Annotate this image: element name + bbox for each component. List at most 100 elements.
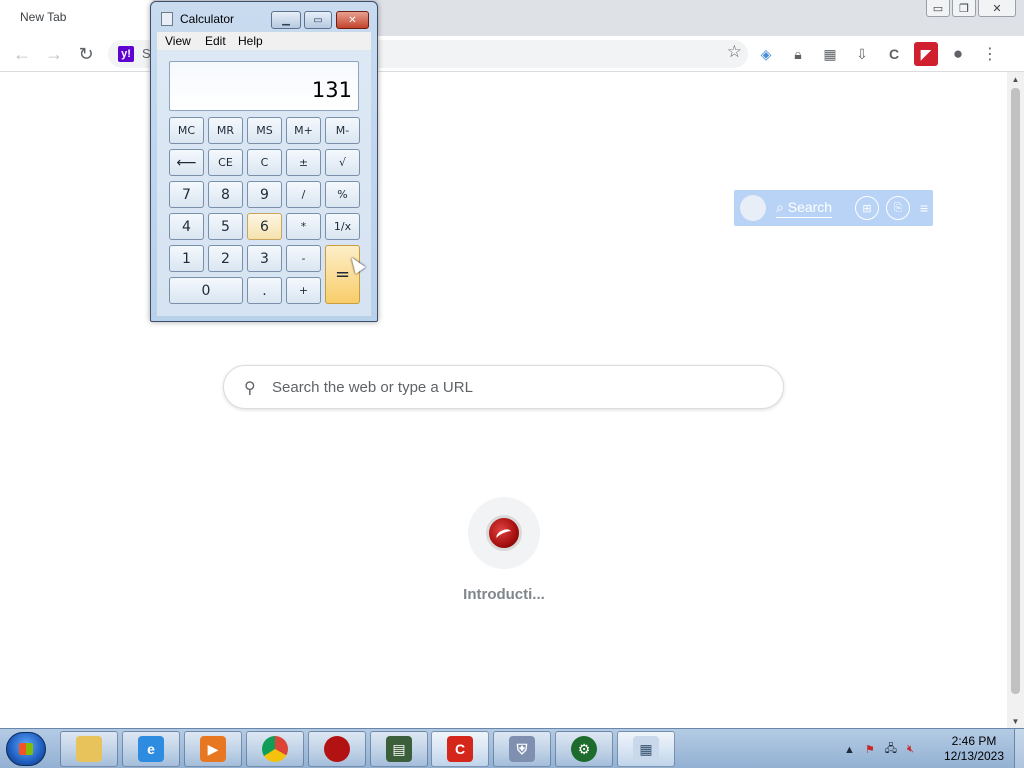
extension-lock-icon[interactable]: 🔒︎ bbox=[786, 42, 810, 66]
document-icon[interactable]: ⎘ bbox=[886, 196, 910, 220]
tray-expand-icon[interactable]: ▲ bbox=[844, 744, 855, 756]
chrome-icon bbox=[262, 736, 288, 762]
digit-3-button[interactable]: 3 bbox=[247, 245, 282, 272]
digit-1-button[interactable]: 1 bbox=[169, 245, 204, 272]
clock-time: 2:46 PM bbox=[951, 734, 997, 748]
extension-c-icon[interactable]: C bbox=[882, 42, 906, 66]
memory-recall-button[interactable]: MR bbox=[208, 117, 243, 144]
calculator-title: Calculator bbox=[180, 12, 235, 26]
taskbar-network-app[interactable]: ⛨ bbox=[493, 731, 551, 767]
back-arrow-icon[interactable]: ← bbox=[10, 42, 34, 66]
digit-9-button[interactable]: 9 bbox=[247, 181, 282, 208]
internet-explorer-icon: e bbox=[138, 736, 164, 762]
calculator-titlebar[interactable]: Calculator ▁ ▭ ✕ bbox=[151, 2, 377, 32]
calculator-icon: ▦ bbox=[633, 736, 659, 762]
chrome-menu-icon[interactable]: ⋮ bbox=[978, 42, 1002, 66]
tab-new-tab[interactable]: New Tab bbox=[0, 0, 158, 36]
memory-add-button[interactable]: M+ bbox=[286, 117, 321, 144]
display-value: 131 bbox=[311, 78, 352, 102]
new-tab-search-box[interactable]: ⚲ Search the web or type a URL bbox=[223, 365, 784, 409]
close-button[interactable]: ✕ bbox=[978, 0, 1016, 17]
widget-search-field[interactable]: ⌕ Search bbox=[776, 199, 833, 218]
taskbar-calculator[interactable]: ▦ bbox=[617, 731, 675, 767]
shortcut-logo-icon bbox=[486, 515, 522, 551]
extension-red-icon[interactable]: ◤ bbox=[914, 42, 938, 66]
digit-8-button[interactable]: 8 bbox=[208, 181, 243, 208]
add-button[interactable]: + bbox=[286, 277, 321, 304]
taskbar-red-app[interactable] bbox=[308, 731, 366, 767]
profile-avatar-icon[interactable]: ● bbox=[946, 42, 970, 66]
sqrt-button[interactable]: √ bbox=[325, 149, 360, 176]
taskbar-task-manager[interactable]: ▤ bbox=[370, 731, 428, 767]
start-button[interactable] bbox=[6, 732, 46, 766]
digit-7-button[interactable]: 7 bbox=[169, 181, 204, 208]
menu-help[interactable]: Help bbox=[238, 34, 263, 48]
menu-lines-icon[interactable]: ≡ bbox=[912, 196, 936, 220]
shortcut-tile[interactable] bbox=[468, 497, 540, 569]
gear-icon: ⚙ bbox=[571, 736, 597, 762]
network-shield-icon: ⛨ bbox=[509, 736, 535, 762]
reload-icon[interactable]: ↻ bbox=[74, 42, 98, 66]
minimize-button[interactable]: ▭ bbox=[926, 0, 950, 17]
red-app-icon bbox=[324, 736, 350, 762]
shortcut-label[interactable]: Introducti... bbox=[440, 586, 568, 603]
digit-6-button[interactable]: 6 bbox=[247, 213, 282, 240]
multiply-button[interactable]: * bbox=[286, 213, 321, 240]
extension-download-icon[interactable]: ⇩ bbox=[850, 42, 874, 66]
yahoo-icon: y! bbox=[118, 46, 134, 62]
subtract-button[interactable]: - bbox=[286, 245, 321, 272]
digit-0-button[interactable]: 0 bbox=[169, 277, 243, 304]
folder-icon bbox=[76, 736, 102, 762]
taskbar-internet-explorer[interactable]: e bbox=[122, 731, 180, 767]
scroll-up-arrow-icon[interactable]: ▲ bbox=[1007, 72, 1024, 86]
negate-button[interactable]: ± bbox=[286, 149, 321, 176]
tray-flag-icon[interactable]: ⚑ bbox=[865, 743, 875, 756]
bookmark-star-icon[interactable]: ☆ bbox=[727, 42, 742, 62]
tray-volume-muted-icon[interactable]: 🔇︎ bbox=[907, 743, 914, 756]
show-desktop-button[interactable] bbox=[1014, 729, 1024, 768]
memory-clear-button[interactable]: MC bbox=[169, 117, 204, 144]
search-placeholder: Search the web or type a URL bbox=[272, 379, 473, 396]
menu-view[interactable]: View bbox=[165, 34, 191, 48]
taskbar-clock[interactable]: 2:46 PM 12/13/2023 bbox=[940, 734, 1008, 764]
taskbar-file-explorer[interactable] bbox=[60, 731, 118, 767]
reciprocal-button[interactable]: 1/x bbox=[325, 213, 360, 240]
calculator-app-icon bbox=[161, 12, 173, 26]
clear-entry-button[interactable]: CE bbox=[208, 149, 243, 176]
memory-store-button[interactable]: MS bbox=[247, 117, 282, 144]
scroll-down-arrow-icon[interactable]: ▼ bbox=[1007, 714, 1024, 728]
decimal-button[interactable]: . bbox=[247, 277, 282, 304]
tray-network-icon[interactable]: 🖧︎ bbox=[885, 740, 897, 759]
calculator-window: Calculator ▁ ▭ ✕ View Edit Help 131 MC M… bbox=[150, 1, 378, 322]
taskbar-c-app[interactable]: C bbox=[431, 731, 489, 767]
divide-button[interactable]: / bbox=[286, 181, 321, 208]
widget-avatar-icon[interactable] bbox=[740, 195, 766, 221]
page-scrollbar[interactable]: ▲ ▼ bbox=[1007, 72, 1024, 728]
system-tray: ▲ ⚑ 🖧︎ 🔇︎ bbox=[844, 740, 914, 759]
calculator-display: 131 bbox=[169, 61, 359, 111]
calc-minimize-button[interactable]: ▁ bbox=[271, 11, 301, 29]
restore-button[interactable]: ❐ bbox=[952, 0, 976, 17]
clear-button[interactable]: C bbox=[247, 149, 282, 176]
media-player-icon: ▶ bbox=[200, 736, 226, 762]
digit-4-button[interactable]: 4 bbox=[169, 213, 204, 240]
taskbar-media-player[interactable]: ▶ bbox=[184, 731, 242, 767]
extension-shield-icon[interactable]: ◈ bbox=[754, 42, 778, 66]
calculator-body: 131 MC MR MS M+ M- ⟵ CE C ± √ 7 8 9 / % … bbox=[157, 50, 371, 316]
extension-puzzle-icon[interactable]: ▦ bbox=[818, 42, 842, 66]
search-widget: ⌕ Search ⊞ ⎘ ≡ bbox=[734, 190, 933, 226]
menu-edit[interactable]: Edit bbox=[205, 34, 226, 48]
calc-close-button[interactable]: ✕ bbox=[336, 11, 369, 29]
c-app-icon: C bbox=[447, 736, 473, 762]
digit-5-button[interactable]: 5 bbox=[208, 213, 243, 240]
digit-2-button[interactable]: 2 bbox=[208, 245, 243, 272]
taskbar-settings-app[interactable]: ⚙ bbox=[555, 731, 613, 767]
apps-grid-icon[interactable]: ⊞ bbox=[855, 196, 879, 220]
backspace-button[interactable]: ⟵ bbox=[169, 149, 204, 176]
scrollbar-thumb[interactable] bbox=[1011, 88, 1020, 694]
percent-button[interactable]: % bbox=[325, 181, 360, 208]
memory-subtract-button[interactable]: M- bbox=[325, 117, 360, 144]
calc-maximize-button[interactable]: ▭ bbox=[304, 11, 332, 29]
forward-arrow-icon[interactable]: → bbox=[42, 42, 66, 66]
taskbar-chrome[interactable] bbox=[246, 731, 304, 767]
